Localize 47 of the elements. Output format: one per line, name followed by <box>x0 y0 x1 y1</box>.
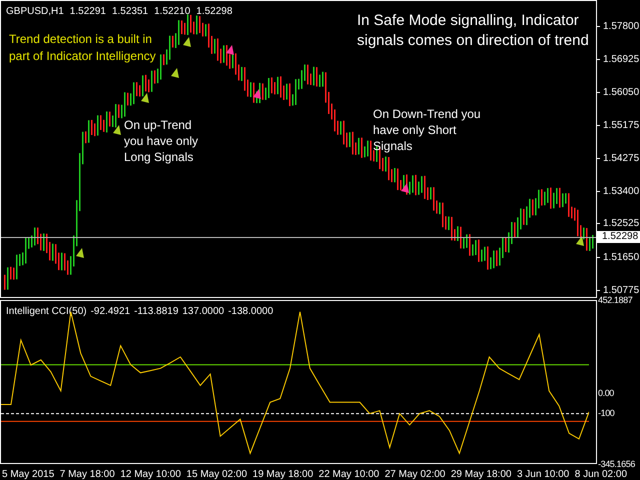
price-axis-label: 1.52525 <box>603 218 640 229</box>
signal-arrow-icon <box>183 37 191 47</box>
symbol-label: GBPUSD,H1 <box>6 5 64 19</box>
price-value: 1.52210 <box>154 5 190 19</box>
price-value: 1.52298 <box>196 5 232 19</box>
signal-arrow-icon <box>226 45 234 55</box>
time-axis-label: 8 Jun 02:00 <box>574 469 627 480</box>
annotation-text: On Down-Trend you have only Short Signals <box>373 106 481 154</box>
price-axis-label: 1.55175 <box>603 120 640 131</box>
time-axis-label: 3 Jun 10:00 <box>516 469 570 480</box>
indicator-value: -138.0000 <box>228 305 274 319</box>
indicator-value: 137.0000 <box>182 305 224 319</box>
signal-arrow-icon <box>253 89 261 99</box>
price-axis-label: 1.56050 <box>603 87 640 98</box>
price-axis-label: 1.50775 <box>603 285 640 296</box>
annotation-text: Trend detection is a built in part of Indicator Intelligency <box>9 31 156 65</box>
current-price-label: 1.52298 <box>597 231 640 243</box>
indicator-axis-label: 0.00 <box>598 388 614 398</box>
price-axis-label: 1.57800 <box>603 21 640 32</box>
time-axis-label: 27 May 02:00 <box>384 469 446 480</box>
indicator-axis-label: -100 <box>598 409 614 418</box>
indicator-axis-label: -345.1656 <box>598 460 635 468</box>
price-axis-label: 1.54275 <box>603 153 640 164</box>
price-axis-label: 1.51650 <box>603 252 640 263</box>
time-axis-label: 5 May 2015 <box>2 469 54 480</box>
price-axis-label: 1.56925 <box>603 54 640 65</box>
price-axis-label: 1.53400 <box>603 186 640 197</box>
indicator-axis-label: 452.1887 <box>598 296 632 304</box>
signal-arrow-icon <box>171 68 179 78</box>
price-value: 1.52291 <box>70 5 106 19</box>
time-axis-label: 29 May 18:00 <box>450 469 512 480</box>
indicator-value: -113.8819 <box>134 305 178 319</box>
signal-arrow-icon <box>113 125 121 135</box>
signal-arrow-icon <box>141 93 149 103</box>
time-axis-label: 12 May 10:00 <box>120 469 181 480</box>
time-axis-label: 22 May 10:00 <box>318 469 380 480</box>
indicator-value: -92.4921 <box>90 305 130 319</box>
annotation-text: In Safe Mode signalling, Indicator signals comes on direction of trend <box>357 11 589 51</box>
time-axis-label: 7 May 18:00 <box>60 469 115 480</box>
signal-arrow-icon <box>401 183 409 193</box>
signal-arrow-icon <box>576 236 584 246</box>
price-value: 1.52351 <box>112 5 148 19</box>
time-axis-label: 19 May 18:00 <box>252 469 314 480</box>
time-axis-label: 15 May 02:00 <box>186 469 248 480</box>
signal-arrow-icon <box>76 248 84 258</box>
annotation-text: On up-Trend you have only Long Signals <box>124 117 198 165</box>
indicator-name: Intelligent CCI(50) <box>6 305 87 319</box>
